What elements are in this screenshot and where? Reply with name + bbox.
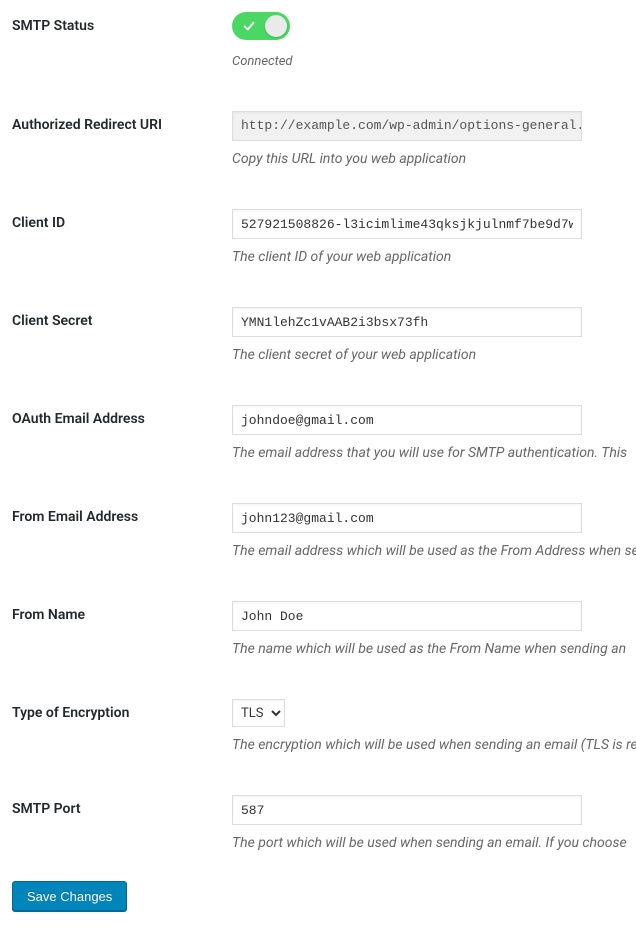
client-id-label: Client ID: [12, 209, 232, 231]
encryption-select[interactable]: TLS: [232, 699, 285, 727]
smtp-status-label: SMTP Status: [12, 12, 232, 34]
oauth-email-input[interactable]: [232, 405, 582, 435]
client-secret-input[interactable]: [232, 307, 582, 337]
check-icon: [242, 19, 256, 33]
client-secret-desc: The client secret of your web applicatio…: [232, 347, 636, 363]
client-secret-label: Client Secret: [12, 307, 232, 329]
from-email-label: From Email Address: [12, 503, 232, 525]
from-email-input[interactable]: [232, 503, 582, 533]
encryption-desc: The encryption which will be used when s…: [232, 737, 636, 753]
from-name-desc: The name which will be used as the From …: [232, 641, 636, 657]
smtp-port-label: SMTP Port: [12, 795, 232, 817]
toggle-knob: [265, 15, 287, 37]
client-id-input[interactable]: [232, 209, 582, 239]
smtp-status-toggle[interactable]: [232, 12, 290, 40]
oauth-email-desc: The email address that you will use for …: [232, 445, 636, 461]
redirect-uri-value: http://example.com/wp-admin/options-gene…: [232, 111, 582, 141]
redirect-uri-desc: Copy this URL into you web application: [232, 151, 636, 167]
smtp-status-text: Connected: [232, 54, 636, 69]
from-name-label: From Name: [12, 601, 232, 623]
client-id-desc: The client ID of your web application: [232, 249, 636, 265]
from-name-input[interactable]: [232, 601, 582, 631]
oauth-email-label: OAuth Email Address: [12, 405, 232, 427]
smtp-port-desc: The port which will be used when sending…: [232, 835, 636, 851]
encryption-label: Type of Encryption: [12, 699, 232, 721]
save-button[interactable]: Save Changes: [12, 881, 127, 911]
redirect-uri-label: Authorized Redirect URI: [12, 111, 232, 133]
from-email-desc: The email address which will be used as …: [232, 543, 636, 559]
